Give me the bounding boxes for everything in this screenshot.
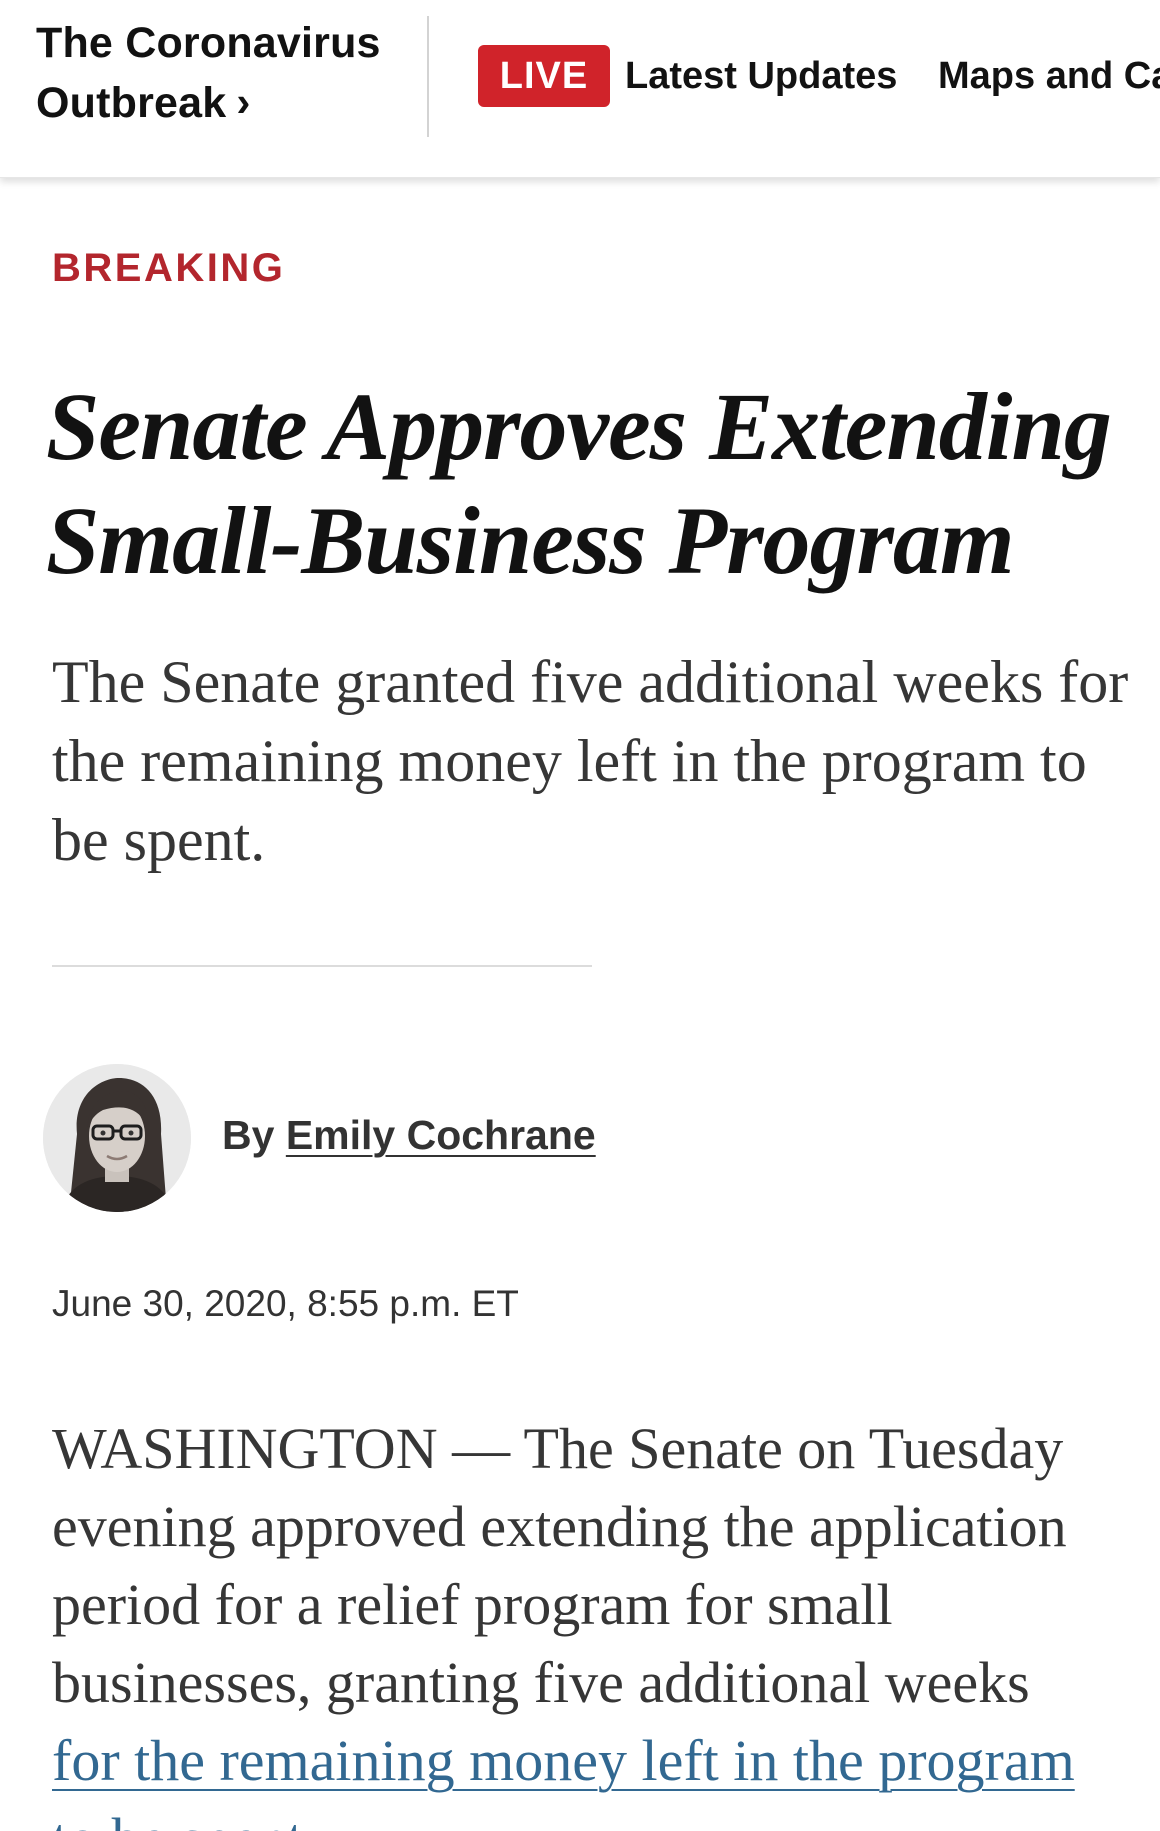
body-line: period for a relief program for small — [52, 1572, 893, 1637]
chevron-right-icon: › — [236, 78, 251, 125]
summary-line: be spent. — [52, 807, 266, 873]
summary-line: the remaining money left in the program … — [52, 728, 1087, 794]
nav-divider — [427, 16, 429, 137]
breaking-kicker: BREAKING — [52, 246, 286, 290]
body-inline-link[interactable]: to be spent — [52, 1800, 1160, 1831]
summary-line: The Senate granted five additional weeks… — [52, 649, 1129, 715]
divider-rule — [52, 965, 592, 967]
headline-line: Small-Business Program — [46, 487, 1015, 594]
body-line: WASHINGTON — The Senate on Tuesday — [52, 1416, 1064, 1481]
body-inline-link[interactable]: for the remaining money left in the prog… — [52, 1722, 1160, 1800]
section-title-line2-text: Outbreak — [36, 79, 227, 127]
headline-line: Senate Approves Extending — [46, 373, 1112, 480]
body-line: businesses, granting five additional wee… — [52, 1650, 1030, 1715]
body-line: evening approved extending the applicati… — [52, 1494, 1067, 1559]
article-summary: The Senate granted five additional weeks… — [52, 643, 1160, 880]
author-portrait-icon — [43, 1064, 191, 1212]
section-title-line1: The Coronavirus — [36, 19, 381, 67]
nav-link-latest-updates[interactable]: Latest Updates — [625, 45, 897, 107]
byline: By Emily Cochrane — [222, 1109, 596, 1161]
headline: Senate Approves Extending Small-Business… — [46, 370, 1156, 598]
section-link-coronavirus-outbreak[interactable]: The Coronavirus Outbreak › — [36, 14, 381, 133]
byline-prefix: By — [222, 1112, 275, 1158]
live-badge[interactable]: LIVE — [478, 45, 610, 107]
publish-timestamp: June 30, 2020, 8:55 p.m. ET — [52, 1283, 519, 1324]
nav-link-maps-and-cases[interactable]: Maps and Cas — [938, 45, 1160, 107]
top-nav-bar: The Coronavirus Outbreak › LIVE Latest Up… — [0, 0, 1160, 178]
author-avatar[interactable] — [43, 1064, 191, 1212]
author-link[interactable]: Emily Cochrane — [286, 1112, 596, 1158]
article-body: WASHINGTON — The Senate on Tuesday eveni… — [52, 1410, 1160, 1831]
section-title-line2: Outbreak › — [36, 73, 381, 133]
